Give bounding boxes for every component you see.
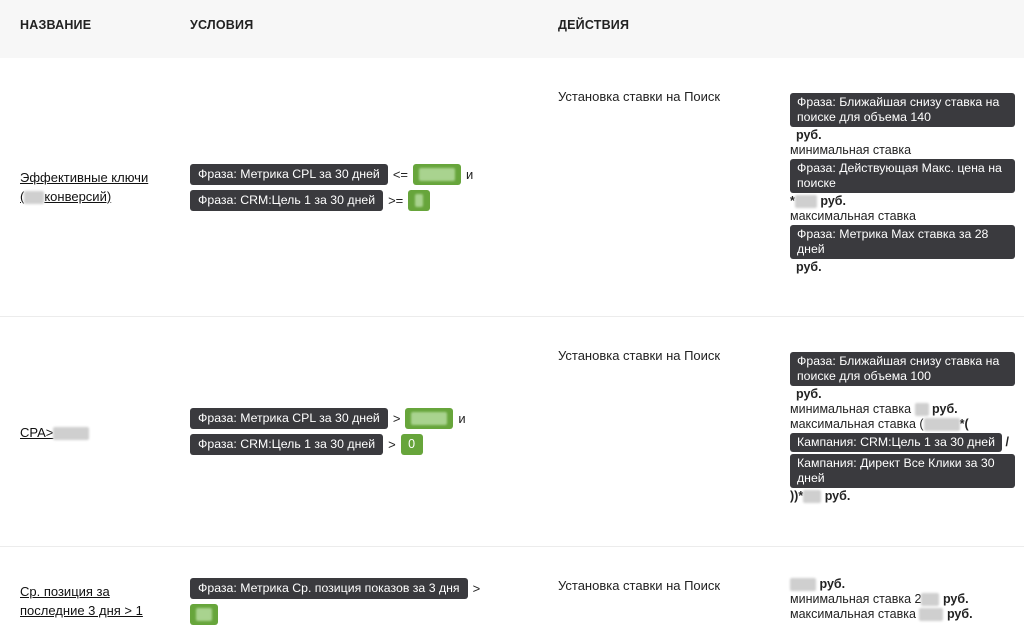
formula-tail: ))* руб. [790, 489, 1015, 504]
redacted-value [919, 608, 944, 622]
column-header-name: НАЗВАНИЕ [20, 18, 92, 32]
redacted-value [921, 593, 940, 607]
condition-operator: >= [388, 192, 404, 208]
action-details: руб. минимальная ставка 2 руб. максималь… [790, 577, 1015, 622]
max-bid-label: максимальная ставка [790, 607, 916, 621]
redacted-value [53, 427, 90, 441]
multiplier-line: * руб. [790, 194, 1015, 209]
column-header-conditions: УСЛОВИЯ [190, 18, 254, 32]
condition-row: Фраза: CRM:Цель 1 за 30 дней >= [190, 189, 478, 211]
condition-metric-chip[interactable]: Фраза: CRM:Цель 1 за 30 дней [190, 433, 384, 455]
condition-metric-chip[interactable]: Фраза: Метрика Ср. позиция показов за 3 … [190, 577, 468, 599]
row-divider [0, 316, 1024, 317]
condition-value-chip[interactable] [190, 603, 218, 625]
redacted-value [914, 403, 929, 417]
bid-metric-chip[interactable]: Кампания: Директ Все Клики за 30 дней [790, 454, 1015, 488]
conditions-block: Фраза: Метрика CPL за 30 дней > и Фраза:… [190, 407, 471, 459]
redacted-value [196, 607, 212, 621]
unit-label: руб. [796, 128, 822, 142]
action-label: Установка ставки на Поиск [558, 348, 721, 363]
condition-value-chip[interactable]: 0 [400, 433, 423, 455]
condition-row: Фраза: Метрика CPL за 30 дней <= и [190, 163, 478, 185]
min-bid-line: минимальная ставка 2 руб. [790, 592, 1015, 607]
condition-row: Фраза: Метрика CPL за 30 дней > и [190, 407, 471, 429]
min-bid-label: минимальная ставка 2 [790, 592, 922, 606]
condition-value-chip[interactable] [405, 407, 454, 429]
condition-join: и [458, 410, 466, 426]
condition-operator: <= [392, 166, 408, 182]
bid-value-line: руб. [790, 577, 1015, 592]
rule-name-part[interactable]: CPA> [20, 425, 53, 440]
rule-name-line[interactable]: Эффективные ключи [20, 168, 148, 187]
conditions-block: Фраза: Метрика Ср. позиция показов за 3 … [190, 577, 485, 629]
column-header-actions: ДЕЙСТВИЯ [558, 18, 630, 32]
condition-metric-chip[interactable]: Фраза: Метрика CPL за 30 дней [190, 407, 388, 429]
unit-label: руб. [820, 194, 846, 208]
min-bid-line: минимальная ставка руб. [790, 402, 1015, 417]
rule-name-line[interactable]: Ср. позиция за [20, 582, 143, 601]
max-bid-label: максимальная ставка ( [790, 417, 924, 431]
unit-label: руб. [946, 607, 973, 621]
redacted-value [794, 195, 817, 209]
formula-part: / [1005, 435, 1009, 449]
action-label: Установка ставки на Поиск [558, 578, 721, 593]
condition-row [190, 603, 485, 625]
redacted-value [803, 490, 822, 504]
table-header: НАЗВАНИЕ УСЛОВИЯ ДЕЙСТВИЯ [0, 0, 1024, 58]
rule-name-part[interactable]: конверсий) [44, 189, 111, 204]
row-divider [0, 546, 1024, 547]
unit-label: руб. [796, 387, 822, 401]
formula-line: Кампания: CRM:Цель 1 за 30 дней / [790, 432, 1015, 453]
action-details: Фраза: Ближайшая снизу ставка на поиске … [790, 351, 1015, 504]
action-label: Установка ставки на Поиск [558, 89, 721, 104]
bid-metric-chip[interactable]: Фраза: Ближайшая снизу ставка на поиске … [790, 352, 1015, 386]
conditions-block: Фраза: Метрика CPL за 30 дней <= и Фраза… [190, 163, 478, 215]
unit-label: руб. [932, 402, 958, 416]
redacted-value [415, 193, 424, 207]
unit-label: руб. [819, 577, 846, 591]
redacted-value [790, 578, 816, 592]
unit-label: руб. [796, 260, 822, 274]
formula-part: *( [959, 417, 969, 431]
condition-metric-chip[interactable]: Фраза: CRM:Цель 1 за 30 дней [190, 189, 384, 211]
condition-operator: > [472, 580, 481, 596]
unit-label: руб. [942, 592, 969, 606]
condition-operator: > [388, 436, 396, 452]
bid-metric-chip[interactable]: Кампания: CRM:Цель 1 за 30 дней [790, 433, 1002, 452]
min-bid-label: минимальная ставка [790, 143, 912, 157]
min-bid-label: минимальная ставка [790, 402, 912, 416]
redacted-value [419, 167, 455, 181]
rule-name-link[interactable]: CPA> [20, 423, 90, 442]
rule-name-line[interactable]: последние 3 дня > 1 [20, 601, 143, 620]
redacted-value [24, 191, 45, 205]
max-bid-label: максимальная ставка [790, 209, 916, 223]
max-bid-line: максимальная ставка ( *( [790, 417, 1015, 432]
unit-label: руб. [824, 489, 851, 503]
rule-name-link[interactable]: Эффективные ключи (конверсий) [20, 168, 148, 206]
redacted-value [923, 418, 960, 432]
condition-value-chip[interactable] [408, 189, 431, 211]
formula-part: ))* [790, 489, 804, 503]
condition-row: Фраза: Метрика Ср. позиция показов за 3 … [190, 577, 485, 599]
action-details: Фраза: Ближайшая снизу ставка на поиске … [790, 92, 1015, 275]
bid-metric-chip[interactable]: Фраза: Метрика Max ставка за 28 дней [790, 225, 1015, 259]
condition-row: Фраза: CRM:Цель 1 за 30 дней > 0 [190, 433, 471, 455]
redacted-value [411, 411, 448, 425]
condition-metric-chip[interactable]: Фраза: Метрика CPL за 30 дней [190, 163, 388, 185]
bid-metric-chip[interactable]: Фраза: Ближайшая снизу ставка на поиске … [790, 93, 1015, 127]
rule-name-link[interactable]: Ср. позиция за последние 3 дня > 1 [20, 582, 143, 620]
condition-join: и [466, 166, 474, 182]
max-bid-line: максимальная ставка руб. [790, 607, 1015, 622]
bid-metric-chip[interactable]: Фраза: Действующая Макс. цена на поиске [790, 159, 1015, 193]
condition-value-chip[interactable] [413, 163, 461, 185]
rule-name-line[interactable]: (конверсий) [20, 187, 148, 206]
condition-operator: > [392, 410, 401, 426]
